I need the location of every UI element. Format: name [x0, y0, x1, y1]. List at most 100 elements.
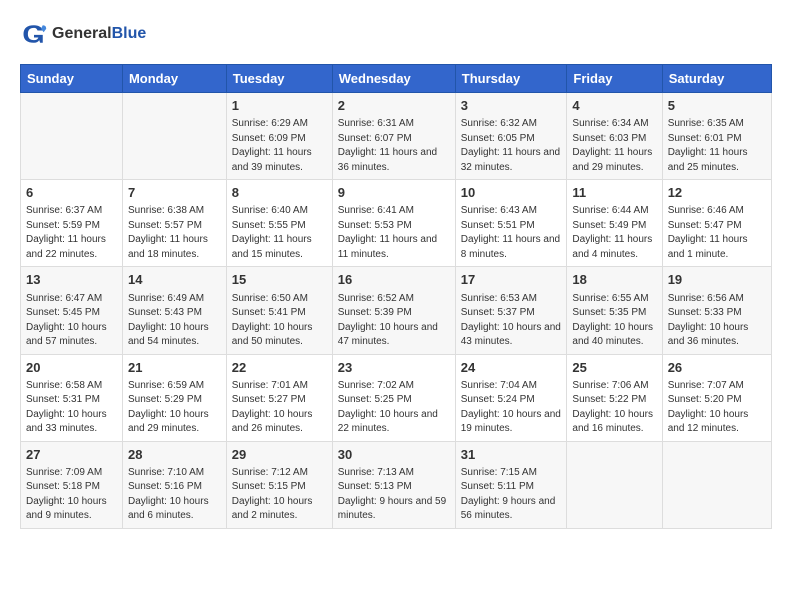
day-number: 23	[338, 359, 450, 377]
day-number: 13	[26, 271, 117, 289]
day-info: Sunrise: 6:35 AM Sunset: 6:01 PM Dayligh…	[668, 117, 766, 175]
day-info: Sunrise: 6:38 AM Sunset: 5:57 PM Dayligh…	[128, 204, 221, 262]
day-number: 5	[668, 97, 766, 115]
day-info: Sunrise: 6:32 AM Sunset: 6:05 PM Dayligh…	[461, 117, 562, 175]
weekday-header-monday: Monday	[122, 65, 226, 93]
day-info: Sunrise: 7:10 AM Sunset: 5:16 PM Dayligh…	[128, 466, 221, 524]
calendar-cell: 18 Sunrise: 6:55 AM Sunset: 5:35 PM Dayli…	[567, 267, 662, 354]
calendar-cell: 26Sunrise: 7:07 AM Sunset: 5:20 PM Dayli…	[662, 354, 771, 441]
day-number: 11	[572, 184, 656, 202]
weekday-header-wednesday: Wednesday	[332, 65, 455, 93]
day-info: Sunrise: 7:07 AM Sunset: 5:20 PM Dayligh…	[668, 379, 766, 437]
calendar-cell: 7 Sunrise: 6:38 AM Sunset: 5:57 PM Daylig…	[122, 180, 226, 267]
calendar-cell: 25Sunrise: 7:06 AM Sunset: 5:22 PM Dayli…	[567, 354, 662, 441]
calendar-cell: 12 Sunrise: 6:46 AM Sunset: 5:47 PM Dayli…	[662, 180, 771, 267]
calendar-header-row: SundayMondayTuesdayWednesdayThursdayFrid…	[21, 65, 772, 93]
day-info: Sunrise: 6:44 AM Sunset: 5:49 PM Dayligh…	[572, 204, 656, 262]
day-number: 2	[338, 97, 450, 115]
calendar-cell: 11 Sunrise: 6:44 AM Sunset: 5:49 PM Dayli…	[567, 180, 662, 267]
calendar-cell: 1 Sunrise: 6:29 AM Sunset: 6:09 PM Daylig…	[226, 93, 332, 180]
day-info: Sunrise: 7:04 AM Sunset: 5:24 PM Dayligh…	[461, 379, 562, 437]
day-info: Sunrise: 7:13 AM Sunset: 5:13 PM Dayligh…	[338, 466, 450, 524]
day-info: Sunrise: 7:15 AM Sunset: 5:11 PM Dayligh…	[461, 466, 562, 524]
calendar-cell: 15Sunrise: 6:50 AM Sunset: 5:41 PM Dayli…	[226, 267, 332, 354]
day-info: Sunrise: 6:50 AM Sunset: 5:41 PM Dayligh…	[232, 292, 327, 350]
day-number: 1	[232, 97, 327, 115]
day-info: Sunrise: 6:43 AM Sunset: 5:51 PM Dayligh…	[461, 204, 562, 262]
calendar-cell: 14Sunrise: 6:49 AM Sunset: 5:43 PM Dayli…	[122, 267, 226, 354]
day-number: 30	[338, 446, 450, 464]
logo: GeneralBlue	[20, 20, 146, 48]
calendar-cell: 23 Sunrise: 7:02 AM Sunset: 5:25 PM Dayli…	[332, 354, 455, 441]
day-number: 22	[232, 359, 327, 377]
calendar-cell: 21 Sunrise: 6:59 AM Sunset: 5:29 PM Dayli…	[122, 354, 226, 441]
weekday-header-saturday: Saturday	[662, 65, 771, 93]
day-info: Sunrise: 7:09 AM Sunset: 5:18 PM Dayligh…	[26, 466, 117, 524]
day-info: Sunrise: 6:55 AM Sunset: 5:35 PM Dayligh…	[572, 292, 656, 350]
day-number: 20	[26, 359, 117, 377]
calendar-cell: 24 Sunrise: 7:04 AM Sunset: 5:24 PM Dayli…	[455, 354, 567, 441]
day-number: 29	[232, 446, 327, 464]
logo-icon	[20, 20, 48, 48]
day-info: Sunrise: 6:53 AM Sunset: 5:37 PM Dayligh…	[461, 292, 562, 350]
day-info: Sunrise: 6:29 AM Sunset: 6:09 PM Dayligh…	[232, 117, 327, 175]
calendar-cell	[567, 441, 662, 528]
calendar-week-row: 20 Sunrise: 6:58 AM Sunset: 5:31 PM Dayli…	[21, 354, 772, 441]
day-info: Sunrise: 6:58 AM Sunset: 5:31 PM Dayligh…	[26, 379, 117, 437]
day-number: 12	[668, 184, 766, 202]
weekday-header-friday: Friday	[567, 65, 662, 93]
day-number: 8	[232, 184, 327, 202]
day-info: Sunrise: 6:41 AM Sunset: 5:53 PM Dayligh…	[338, 204, 450, 262]
day-info: Sunrise: 6:31 AM Sunset: 6:07 PM Dayligh…	[338, 117, 450, 175]
day-number: 16	[338, 271, 450, 289]
calendar-cell: 19 Sunrise: 6:56 AM Sunset: 5:33 PM Dayli…	[662, 267, 771, 354]
calendar-table: SundayMondayTuesdayWednesdayThursdayFrid…	[20, 64, 772, 529]
day-number: 14	[128, 271, 221, 289]
calendar-cell	[21, 93, 123, 180]
day-number: 7	[128, 184, 221, 202]
calendar-cell: 6Sunrise: 6:37 AM Sunset: 5:59 PM Daylig…	[21, 180, 123, 267]
day-info: Sunrise: 7:06 AM Sunset: 5:22 PM Dayligh…	[572, 379, 656, 437]
day-number: 31	[461, 446, 562, 464]
day-info: Sunrise: 7:01 AM Sunset: 5:27 PM Dayligh…	[232, 379, 327, 437]
day-info: Sunrise: 6:46 AM Sunset: 5:47 PM Dayligh…	[668, 204, 766, 262]
day-info: Sunrise: 6:52 AM Sunset: 5:39 PM Dayligh…	[338, 292, 450, 350]
calendar-cell: 9 Sunrise: 6:41 AM Sunset: 5:53 PM Daylig…	[332, 180, 455, 267]
calendar-cell: 22 Sunrise: 7:01 AM Sunset: 5:27 PM Dayli…	[226, 354, 332, 441]
calendar-cell: 16 Sunrise: 6:52 AM Sunset: 5:39 PM Dayli…	[332, 267, 455, 354]
day-number: 3	[461, 97, 562, 115]
calendar-cell: 8 Sunrise: 6:40 AM Sunset: 5:55 PM Daylig…	[226, 180, 332, 267]
day-number: 28	[128, 446, 221, 464]
weekday-header-tuesday: Tuesday	[226, 65, 332, 93]
calendar-week-row: 1 Sunrise: 6:29 AM Sunset: 6:09 PM Daylig…	[21, 93, 772, 180]
day-info: Sunrise: 6:47 AM Sunset: 5:45 PM Dayligh…	[26, 292, 117, 350]
weekday-header-thursday: Thursday	[455, 65, 567, 93]
calendar-cell: 30 Sunrise: 7:13 AM Sunset: 5:13 PM Dayli…	[332, 441, 455, 528]
day-number: 4	[572, 97, 656, 115]
day-info: Sunrise: 6:56 AM Sunset: 5:33 PM Dayligh…	[668, 292, 766, 350]
day-info: Sunrise: 6:40 AM Sunset: 5:55 PM Dayligh…	[232, 204, 327, 262]
day-number: 19	[668, 271, 766, 289]
day-info: Sunrise: 6:37 AM Sunset: 5:59 PM Dayligh…	[26, 204, 117, 262]
day-info: Sunrise: 7:02 AM Sunset: 5:25 PM Dayligh…	[338, 379, 450, 437]
calendar-cell: 31 Sunrise: 7:15 AM Sunset: 5:11 PM Dayli…	[455, 441, 567, 528]
weekday-header-sunday: Sunday	[21, 65, 123, 93]
day-number: 17	[461, 271, 562, 289]
day-number: 18	[572, 271, 656, 289]
calendar-week-row: 13 Sunrise: 6:47 AM Sunset: 5:45 PM Dayli…	[21, 267, 772, 354]
calendar-cell: 17 Sunrise: 6:53 AM Sunset: 5:37 PM Dayli…	[455, 267, 567, 354]
calendar-cell: 27Sunrise: 7:09 AM Sunset: 5:18 PM Dayli…	[21, 441, 123, 528]
day-info: Sunrise: 7:12 AM Sunset: 5:15 PM Dayligh…	[232, 466, 327, 524]
day-info: Sunrise: 6:34 AM Sunset: 6:03 PM Dayligh…	[572, 117, 656, 175]
calendar-cell: 20 Sunrise: 6:58 AM Sunset: 5:31 PM Dayli…	[21, 354, 123, 441]
calendar-cell	[662, 441, 771, 528]
calendar-cell: 13 Sunrise: 6:47 AM Sunset: 5:45 PM Dayli…	[21, 267, 123, 354]
calendar-cell: 2 Sunrise: 6:31 AM Sunset: 6:07 PM Daylig…	[332, 93, 455, 180]
calendar-cell	[122, 93, 226, 180]
day-number: 21	[128, 359, 221, 377]
day-info: Sunrise: 6:59 AM Sunset: 5:29 PM Dayligh…	[128, 379, 221, 437]
calendar-week-row: 27Sunrise: 7:09 AM Sunset: 5:18 PM Dayli…	[21, 441, 772, 528]
day-number: 24	[461, 359, 562, 377]
day-number: 10	[461, 184, 562, 202]
day-number: 9	[338, 184, 450, 202]
